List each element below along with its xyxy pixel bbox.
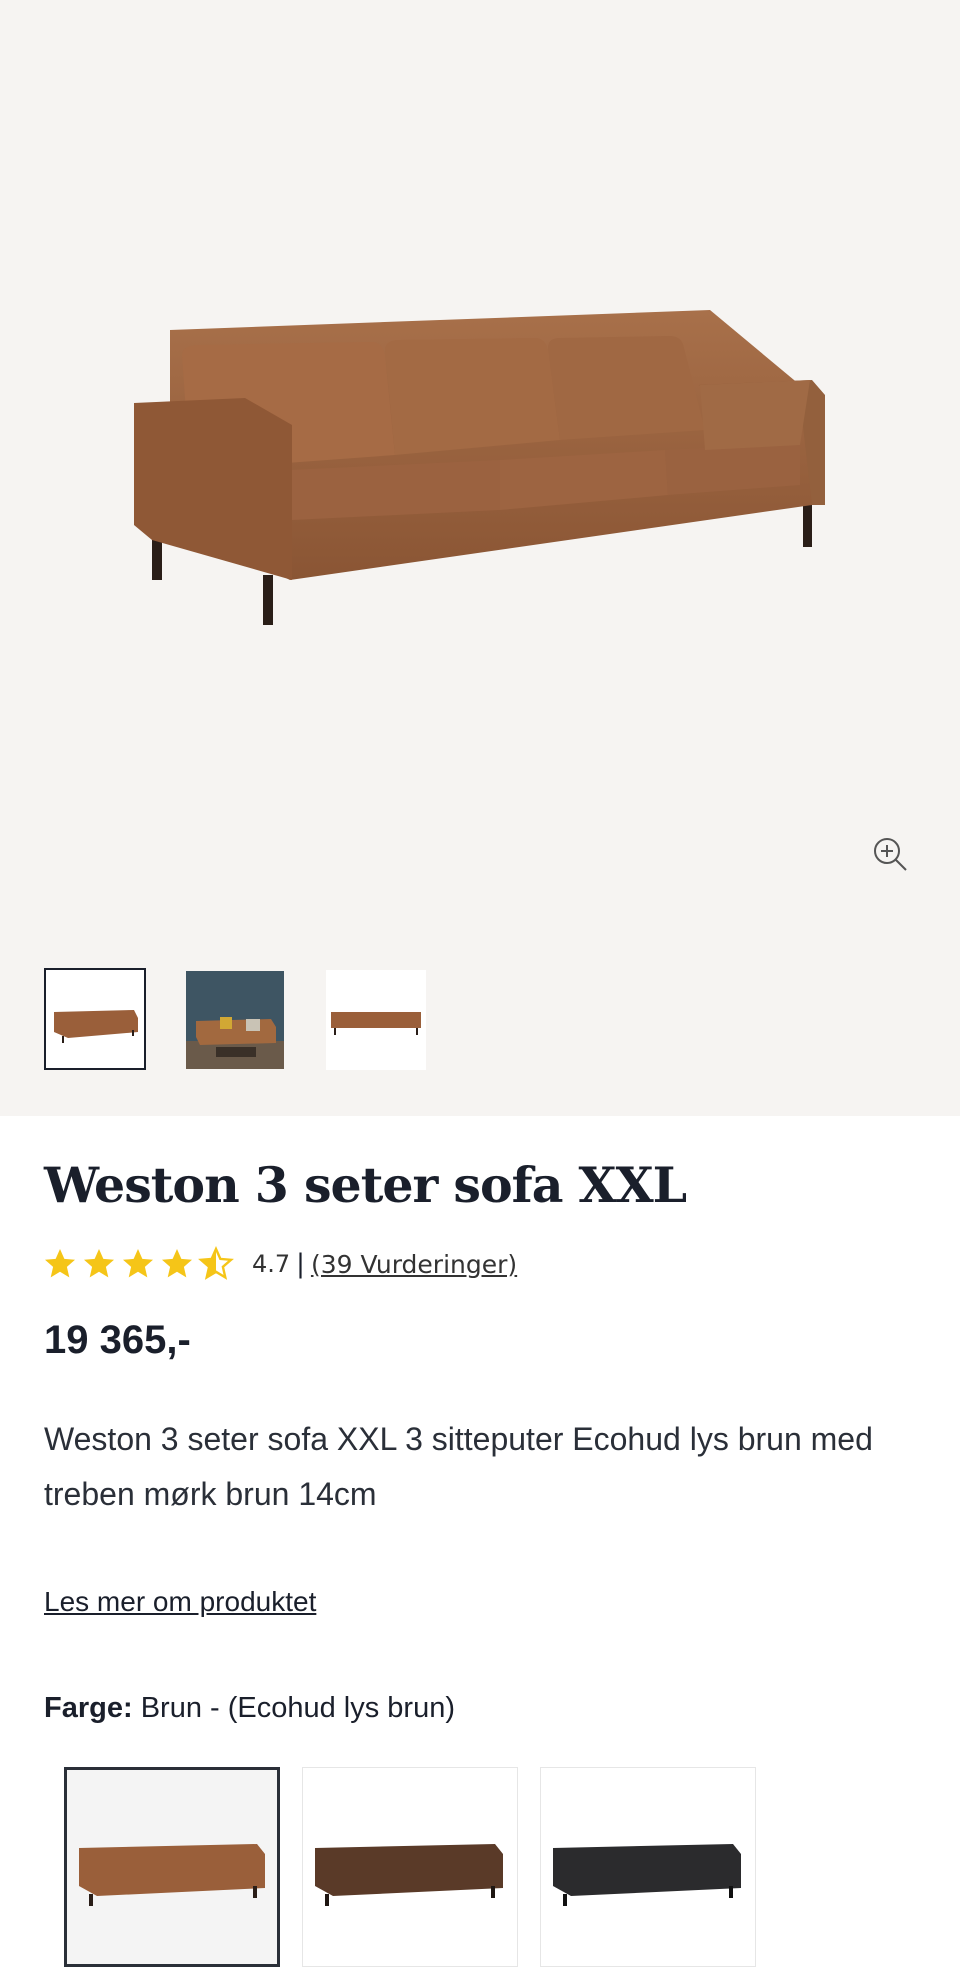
zoom-in-icon [874,838,907,871]
color-selector-label: Farge: Brun - (Ecohud lys brun) [44,1692,455,1725]
reviews-link[interactable]: (39 Vurderinger) [311,1250,517,1279]
product-price: 19 365,- [44,1318,191,1362]
color-label-key: Farge: [44,1692,133,1724]
color-swatch-dark-brown[interactable] [302,1767,518,1967]
product-gallery [0,0,960,1116]
thumbnail-sofa-room-scene[interactable] [186,971,284,1069]
product-main-image[interactable] [0,0,960,940]
rating-stars [42,1246,234,1282]
product-title: Weston 3 seter sofa XXL [44,1156,687,1214]
star-icon [84,1249,114,1278]
thumbnail-sofa-front[interactable] [44,968,146,1070]
color-label-value: Brun - (Ecohud lys brun) [140,1692,456,1724]
color-swatch-light-brown[interactable] [64,1767,280,1967]
half-star-icon [198,1246,234,1280]
thumbnail-sofa-side[interactable] [326,970,426,1070]
rating-separator: | [296,1249,305,1279]
color-swatch-black[interactable] [540,1767,756,1967]
star-icon [162,1249,192,1278]
product-rating: 4.7 | (39 Vurderinger) [42,1246,517,1282]
star-icon [123,1249,153,1278]
star-icon [45,1249,75,1278]
rating-value: 4.7 [252,1250,291,1278]
product-description: Weston 3 seter sofa XXL 3 sitteputer Eco… [44,1421,873,1512]
read-more-link[interactable]: Les mer om produktet [44,1586,316,1618]
zoom-button[interactable] [866,830,914,878]
